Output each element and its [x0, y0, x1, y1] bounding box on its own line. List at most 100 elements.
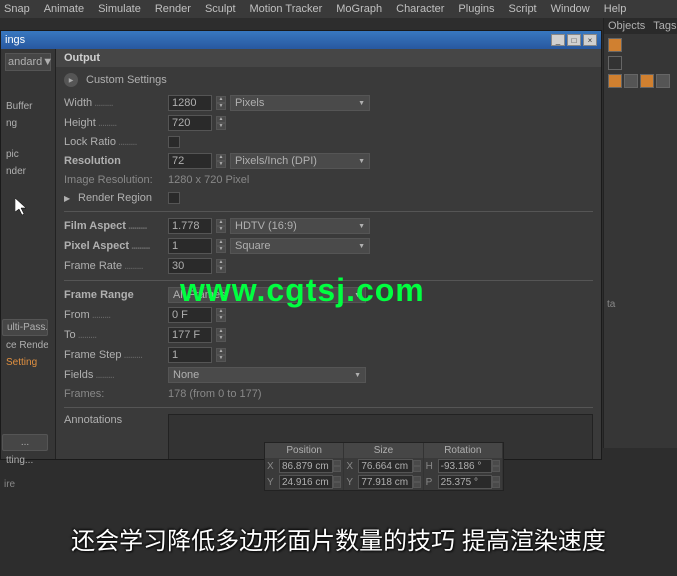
sidebar-item[interactable]: tting...: [2, 453, 48, 468]
frame-step-input[interactable]: [168, 347, 212, 363]
frame-rate-input[interactable]: [168, 258, 212, 274]
size-y-input[interactable]: [358, 475, 412, 489]
sidebar-lower: ulti-Pass... ce Render Da Setting: [0, 315, 50, 376]
width-label: Width: [64, 97, 164, 109]
spinner[interactable]: [492, 460, 500, 472]
to-label: To: [64, 329, 164, 341]
spinner[interactable]: [333, 476, 341, 488]
film-aspect-preset-label: HDTV (16:9): [235, 220, 297, 232]
rot-p-input[interactable]: [438, 475, 492, 489]
menu-mograph[interactable]: MoGraph: [336, 3, 382, 15]
height-spinner[interactable]: ▲▼: [216, 116, 226, 130]
pixel-aspect-input[interactable]: [168, 238, 212, 254]
size-x-input[interactable]: [358, 459, 412, 473]
spinner[interactable]: [333, 460, 341, 472]
dialog-title-text: ings: [5, 34, 25, 46]
menu-snap[interactable]: Snap: [4, 3, 30, 15]
lock-ratio-label: Lock Ratio: [64, 136, 164, 148]
resolution-unit-dropdown[interactable]: Pixels/Inch (DPI) ▼: [230, 153, 370, 169]
sidebar-more-button[interactable]: ...: [2, 434, 48, 451]
menu-motion-tracker[interactable]: Motion Tracker: [250, 3, 323, 15]
tab-tags[interactable]: Tags: [649, 18, 677, 34]
tab-objects[interactable]: Objects: [604, 18, 649, 34]
sidebar-item[interactable]: nder: [2, 164, 48, 179]
film-aspect-input[interactable]: [168, 218, 212, 234]
resolution-unit-label: Pixels/Inch (DPI): [235, 155, 317, 167]
sidebar-item[interactable]: ce Render Da: [2, 338, 48, 353]
render-region-checkbox[interactable]: [168, 192, 180, 204]
chevron-down-icon: ▼: [358, 243, 365, 250]
sidebar-item[interactable]: pic: [2, 147, 48, 162]
minimize-button[interactable]: _: [551, 34, 565, 46]
menu-plugins[interactable]: Plugins: [458, 3, 494, 15]
y-label: Y: [267, 477, 279, 488]
preset-play-icon[interactable]: ▶: [64, 73, 78, 87]
render-region-arrow-icon[interactable]: ▶: [64, 194, 74, 203]
menu-window[interactable]: Window: [551, 3, 590, 15]
sidebar-item[interactable]: ng: [2, 116, 48, 131]
menu-simulate[interactable]: Simulate: [98, 3, 141, 15]
film-aspect-preset-dropdown[interactable]: HDTV (16:9) ▼: [230, 218, 370, 234]
divider: [64, 211, 593, 212]
spinner[interactable]: [413, 460, 421, 472]
from-spinner[interactable]: ▲▼: [216, 308, 226, 322]
menu-help[interactable]: Help: [604, 3, 627, 15]
output-section-header: Output: [56, 49, 601, 67]
lock-ratio-checkbox[interactable]: [168, 136, 180, 148]
frame-rate-spinner[interactable]: ▲▼: [216, 259, 226, 273]
film-aspect-spinner[interactable]: ▲▼: [216, 219, 226, 233]
menu-character[interactable]: Character: [396, 3, 444, 15]
annotations-label: Annotations: [64, 414, 164, 426]
layer-icon[interactable]: [608, 38, 622, 52]
pixel-aspect-preset-label: Square: [235, 240, 270, 252]
width-spinner[interactable]: ▲▼: [216, 96, 226, 110]
chevron-down-icon: ▼: [358, 100, 365, 107]
chevron-down-icon: ▼: [358, 158, 365, 165]
render-settings-dialog: ings _ □ × andard ▼ Output ▶ Custom Sett…: [0, 30, 602, 460]
spinner[interactable]: [492, 476, 500, 488]
rot-h-input[interactable]: [438, 459, 492, 473]
chevron-down-icon: ▼: [42, 56, 53, 68]
menu-animate[interactable]: Animate: [44, 3, 84, 15]
render-region-label: Render Region: [78, 192, 164, 204]
tag-icon-1[interactable]: [624, 74, 638, 88]
sidebar-item[interactable]: Buffer: [2, 99, 48, 114]
preset-dropdown[interactable]: andard ▼: [5, 53, 51, 71]
pos-x-input[interactable]: [279, 459, 333, 473]
to-spinner[interactable]: ▲▼: [216, 328, 226, 342]
resolution-input[interactable]: [168, 153, 212, 169]
multipass-button[interactable]: ulti-Pass...: [2, 319, 48, 336]
height-input[interactable]: [168, 115, 212, 131]
pixel-aspect-label: Pixel Aspect: [64, 240, 164, 252]
frame-step-label: Frame Step: [64, 349, 164, 361]
resolution-spinner[interactable]: ▲▼: [216, 154, 226, 168]
spinner[interactable]: [413, 476, 421, 488]
pos-y-input[interactable]: [279, 475, 333, 489]
tag-icon-2[interactable]: [640, 74, 654, 88]
menu-render[interactable]: Render: [155, 3, 191, 15]
width-unit-label: Pixels: [235, 97, 264, 109]
chevron-down-icon: ▼: [358, 223, 365, 230]
width-input[interactable]: [168, 95, 212, 111]
menu-script[interactable]: Script: [509, 3, 537, 15]
dialog-titlebar[interactable]: ings _ □ ×: [1, 31, 601, 49]
pixel-aspect-spinner[interactable]: ▲▼: [216, 239, 226, 253]
frame-step-spinner[interactable]: ▲▼: [216, 348, 226, 362]
maximize-button[interactable]: □: [567, 34, 581, 46]
object-icon[interactable]: [608, 74, 622, 88]
to-input[interactable]: [168, 327, 212, 343]
menu-sculpt[interactable]: Sculpt: [205, 3, 236, 15]
fields-value: None: [173, 369, 199, 381]
tag-icon-3[interactable]: [656, 74, 670, 88]
visibility-icon[interactable]: [608, 56, 622, 70]
position-header: Position: [265, 443, 344, 458]
sidebar-item-setting[interactable]: Setting: [2, 355, 48, 370]
frame-range-dropdown[interactable]: All Frames ▼: [168, 287, 366, 303]
pixel-aspect-preset-dropdown[interactable]: Square ▼: [230, 238, 370, 254]
fields-label: Fields: [64, 369, 164, 381]
width-unit-dropdown[interactable]: Pixels ▼: [230, 95, 370, 111]
close-button[interactable]: ×: [583, 34, 597, 46]
fields-dropdown[interactable]: None ▼: [168, 367, 366, 383]
frame-range-value: All Frames: [173, 289, 226, 301]
from-input[interactable]: [168, 307, 212, 323]
